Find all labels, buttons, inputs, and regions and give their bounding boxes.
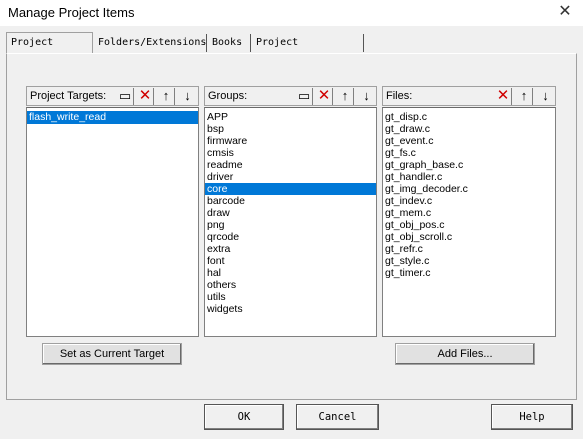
list-item[interactable]: hal [205, 267, 376, 279]
delete-icon[interactable]: ✕ [316, 88, 333, 105]
targets-list[interactable]: flash_write_read [26, 107, 199, 337]
list-item[interactable]: gt_style.c [383, 255, 555, 267]
list-item[interactable]: firmware [205, 135, 376, 147]
list-item[interactable]: cmsis [205, 147, 376, 159]
list-item[interactable]: gt_obj_scroll.c [383, 231, 555, 243]
list-item[interactable]: utils [205, 291, 376, 303]
list-item[interactable]: gt_event.c [383, 135, 555, 147]
cancel-button[interactable]: Cancel [296, 404, 379, 430]
list-item[interactable]: png [205, 219, 376, 231]
groups-header: Groups: ▭ ✕ ↑ ↓ [204, 86, 377, 106]
move-up-icon[interactable]: ↑ [158, 88, 175, 105]
targets-label: Project Targets: [30, 90, 107, 102]
targets-header: Project Targets: ▭ ✕ ↑ ↓ [26, 86, 199, 106]
new-item-icon[interactable]: ▭ [296, 88, 313, 105]
tab-project-info-layer[interactable]: Project Info/Layer [252, 34, 364, 66]
list-item[interactable]: widgets [205, 303, 376, 315]
title-bar: Manage Project Items ✕ [0, 0, 583, 26]
list-item[interactable]: font [205, 255, 376, 267]
list-item[interactable]: gt_draw.c [383, 123, 555, 135]
list-item[interactable]: readme [205, 159, 376, 171]
list-item[interactable]: flash_write_read [27, 111, 198, 124]
set-current-target-button[interactable]: Set as Current Target [42, 343, 182, 365]
list-item[interactable]: others [205, 279, 376, 291]
new-item-icon[interactable]: ▭ [117, 88, 134, 105]
list-item[interactable]: extra [205, 243, 376, 255]
move-down-icon[interactable]: ↓ [179, 88, 196, 105]
list-item[interactable]: gt_handler.c [383, 171, 555, 183]
move-down-icon[interactable]: ↓ [537, 88, 554, 105]
tab-folders-extensions[interactable]: Folders/Extensions [94, 34, 207, 52]
list-item[interactable]: gt_mem.c [383, 207, 555, 219]
move-up-icon[interactable]: ↑ [516, 88, 533, 105]
files-label: Files: [386, 90, 413, 102]
list-item[interactable]: driver [205, 171, 376, 183]
files-header: Files: ✕ ↑ ↓ [382, 86, 556, 106]
close-icon[interactable]: ✕ [557, 3, 573, 21]
list-item[interactable]: gt_graph_base.c [383, 159, 555, 171]
add-files-button[interactable]: Add Files... [395, 343, 535, 365]
ok-button[interactable]: OK [204, 404, 284, 430]
list-item[interactable]: bsp [205, 123, 376, 135]
groups-label: Groups: [208, 90, 248, 102]
list-item[interactable]: gt_disp.c [383, 111, 555, 123]
groups-list[interactable]: APP bsp firmware cmsis readme driver cor… [204, 107, 377, 337]
help-button[interactable]: Help [491, 404, 573, 430]
list-item[interactable]: barcode [205, 195, 376, 207]
list-item[interactable]: gt_fs.c [383, 147, 555, 159]
tab-books[interactable]: Books [208, 34, 251, 52]
list-item[interactable]: gt_timer.c [383, 267, 555, 279]
window-title: Manage Project Items [8, 5, 135, 20]
delete-icon[interactable]: ✕ [495, 88, 512, 105]
move-down-icon[interactable]: ↓ [358, 88, 375, 105]
list-item[interactable]: qrcode [205, 231, 376, 243]
list-item[interactable]: gt_img_decoder.c [383, 183, 555, 195]
list-item[interactable]: draw [205, 207, 376, 219]
tab-project-items[interactable]: Project Items [6, 32, 93, 68]
delete-icon[interactable]: ✕ [137, 88, 154, 105]
list-item[interactable]: gt_obj_pos.c [383, 219, 555, 231]
move-up-icon[interactable]: ↑ [337, 88, 354, 105]
list-item[interactable]: gt_refr.c [383, 243, 555, 255]
files-list[interactable]: gt_disp.c gt_draw.c gt_event.c gt_fs.c g… [382, 107, 556, 337]
list-item[interactable]: gt_indev.c [383, 195, 555, 207]
list-item[interactable]: core [205, 183, 376, 195]
list-item[interactable]: APP [205, 111, 376, 123]
